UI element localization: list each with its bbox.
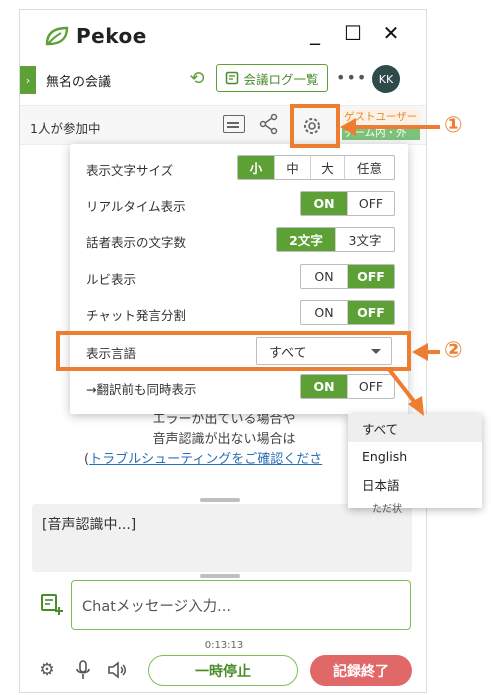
arrow-line-3 [386, 366, 418, 406]
annotation-marker-1: ① [444, 113, 463, 138]
arrow-head-1 [340, 118, 356, 136]
arrow-head-2 [412, 343, 428, 361]
annotation-marker-2: ② [444, 338, 463, 363]
annotation-arrows [340, 118, 440, 416]
